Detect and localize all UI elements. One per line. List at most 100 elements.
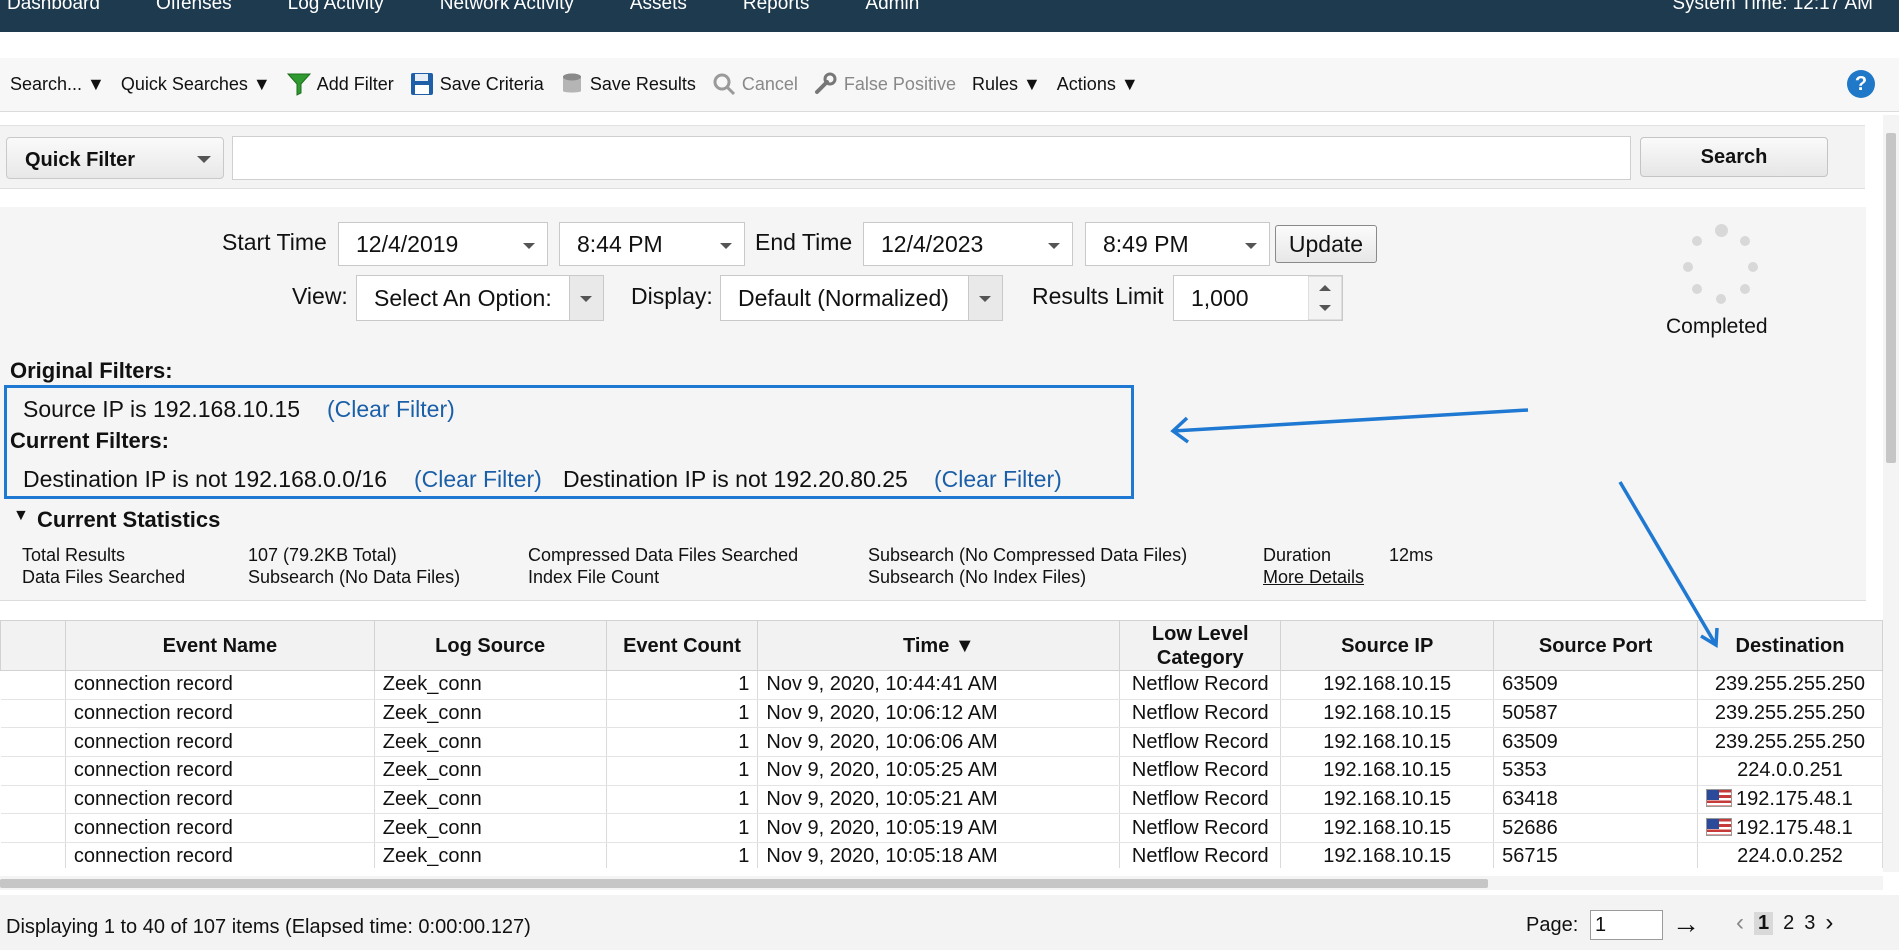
column-header-select[interactable] — [0, 620, 66, 671]
wrench-icon — [814, 72, 837, 94]
current-statistics-heading[interactable]: Current Statistics — [37, 507, 220, 533]
tab-admin[interactable]: Admin — [865, 0, 919, 15]
start-time-select[interactable]: 8:44 PM — [559, 222, 745, 266]
cell-time: Nov 9, 2020, 10:05:21 AM — [757, 785, 1121, 815]
cell-source-port: 5353 — [1493, 756, 1698, 786]
collapse-triangle-icon[interactable]: ▼ — [13, 507, 29, 525]
cell-text: 50587 — [1502, 702, 1558, 725]
results-limit-stepper[interactable]: 1,000 — [1173, 275, 1343, 321]
cell-log-source: Zeek_conn — [374, 727, 607, 758]
compressed-files-value: Subsearch (No Compressed Data Files) — [868, 545, 1188, 565]
next-page-icon[interactable]: › — [1825, 909, 1833, 937]
tab-offenses[interactable]: Offenses — [156, 0, 232, 15]
chevron-down-icon — [1048, 243, 1060, 249]
duration-value: 12ms — [1389, 545, 1434, 565]
data-files-label: Data Files Searched — [22, 567, 186, 587]
table-row[interactable]: connection record Zeek_conn 1 Nov 9, 2020, … — [0, 842, 1883, 868]
previous-page-icon[interactable]: ‹ — [1736, 909, 1744, 937]
cell-source-port: 56715 — [1493, 842, 1698, 868]
more-details-link[interactable]: More Details — [1263, 567, 1364, 588]
false-positive-button[interactable]: False Positive — [814, 72, 956, 96]
column-header-log-source[interactable]: Log Source — [373, 620, 607, 671]
search-button[interactable]: Search — [1640, 137, 1828, 177]
display-select[interactable]: Default (Normalized) — [720, 275, 1003, 321]
page-link[interactable]: 3 — [1804, 912, 1815, 935]
add-filter-label: Add Filter — [316, 73, 394, 94]
start-date-select[interactable]: 12/4/2019 — [338, 222, 548, 266]
column-header-time[interactable]: Time ▼ — [757, 620, 1121, 671]
column-header-event-name[interactable]: Event Name — [64, 620, 375, 671]
rules-menu[interactable]: Rules ▼ — [972, 74, 1041, 95]
end-date-select[interactable]: 12/4/2023 — [863, 222, 1073, 266]
stepper-arrows-icon[interactable] — [1308, 276, 1342, 320]
cell-log-source: Zeek_conn — [374, 756, 607, 786]
pagination-footer: Displaying 1 to 40 of 107 items (Elapsed… — [0, 895, 1899, 950]
column-header-source-port[interactable]: Source Port — [1493, 620, 1698, 671]
view-select[interactable]: Select An Option: — [356, 275, 604, 321]
help-icon[interactable]: ? — [1847, 70, 1875, 98]
tab-reports[interactable]: Reports — [743, 0, 810, 15]
total-results-value: 107 (79.2KB Total) — [248, 545, 397, 565]
cell-log-source: Zeek_conn — [374, 699, 607, 729]
quick-filter-input[interactable] — [232, 136, 1631, 180]
cell-low-level-category: Netflow Record — [1119, 727, 1282, 758]
update-button[interactable]: Update — [1275, 225, 1377, 263]
cell-log-source: Zeek_conn — [374, 842, 607, 868]
column-header-low-level-category[interactable]: Low Level Category — [1119, 620, 1282, 671]
cell-time: Nov 9, 2020, 10:44:41 AM — [757, 670, 1121, 700]
cell-text: Netflow Record — [1131, 702, 1269, 725]
cancel-button[interactable]: Cancel — [712, 72, 798, 96]
chevron-down-icon — [197, 156, 211, 163]
clear-filter-link[interactable]: (Clear Filter) — [327, 396, 455, 423]
end-time-select[interactable]: 8:49 PM — [1085, 222, 1270, 266]
search-menu[interactable]: Search... ▼ — [10, 74, 105, 95]
save-results-button[interactable]: Save Results — [560, 72, 696, 96]
cell-select — [0, 699, 66, 729]
cell-source-port: 63509 — [1493, 670, 1698, 700]
table-row[interactable]: connection record Zeek_conn 1 Nov 9, 2020, … — [0, 756, 1883, 786]
table-row[interactable]: connection record Zeek_conn 1 Nov 9, 2020, … — [0, 785, 1883, 815]
tab-assets[interactable]: Assets — [630, 0, 687, 15]
cell-text: 224.0.0.252 — [1737, 845, 1843, 868]
cell-text: 1 — [738, 759, 750, 782]
add-filter-button[interactable]: Add Filter — [286, 72, 394, 96]
cell-text: 192.168.10.15 — [1323, 788, 1452, 811]
tab-dashboard[interactable]: Dashboard — [7, 0, 100, 15]
table-row[interactable]: connection record Zeek_conn 1 Nov 9, 2020, … — [0, 670, 1883, 700]
cell-text: 192.168.10.15 — [1323, 673, 1452, 696]
cell-select — [0, 785, 66, 815]
horizontal-scrollbar[interactable] — [0, 876, 1883, 890]
quick-searches-menu[interactable]: Quick Searches ▼ — [121, 74, 271, 95]
cell-destination: 239.255.255.250 — [1697, 670, 1883, 700]
save-criteria-button[interactable]: Save Criteria — [410, 72, 544, 96]
cell-select — [0, 727, 66, 758]
search-panel: Start Time 12/4/2019 8:44 PM End Time 12… — [0, 207, 1866, 601]
quick-filter-select[interactable]: Quick Filter — [6, 137, 224, 179]
vertical-scrollbar[interactable] — [1883, 115, 1899, 872]
results-limit-value: 1,000 — [1191, 285, 1249, 311]
page-link[interactable]: 2 — [1783, 912, 1794, 935]
clear-filter-link[interactable]: (Clear Filter) — [414, 466, 542, 493]
column-header-event-count[interactable]: Event Count — [605, 620, 759, 671]
clear-filter-link[interactable]: (Clear Filter) — [934, 466, 1062, 493]
table-row[interactable]: connection record Zeek_conn 1 Nov 9, 2020, … — [0, 727, 1883, 758]
tab-log-activity[interactable]: Log Activity — [288, 0, 384, 15]
column-header-source-ip[interactable]: Source IP — [1280, 620, 1495, 671]
table-row[interactable]: connection record Zeek_conn 1 Nov 9, 2020, … — [0, 813, 1883, 844]
dropdown-button — [569, 276, 603, 320]
actions-menu[interactable]: Actions ▼ — [1057, 74, 1139, 95]
cell-source-ip: 192.168.10.15 — [1280, 756, 1495, 786]
cell-text: 1 — [738, 730, 750, 753]
cell-low-level-category: Netflow Record — [1119, 785, 1282, 815]
tab-network-activity[interactable]: Network Activity — [440, 0, 574, 15]
page-link[interactable]: 1 — [1754, 911, 1774, 935]
cell-text: connection record — [73, 816, 233, 839]
cell-text: Netflow Record — [1131, 673, 1269, 696]
cell-event-name: connection record — [65, 727, 375, 758]
page-input[interactable]: 1 — [1590, 910, 1663, 940]
index-file-count-value: Subsearch (No Index Files) — [868, 567, 1087, 587]
column-header-destination[interactable]: Destination — [1696, 620, 1883, 671]
go-arrow-icon[interactable]: → — [1672, 908, 1700, 940]
table-row[interactable]: connection record Zeek_conn 1 Nov 9, 2020, … — [0, 699, 1883, 729]
cell-time: Nov 9, 2020, 10:05:19 AM — [757, 813, 1121, 844]
